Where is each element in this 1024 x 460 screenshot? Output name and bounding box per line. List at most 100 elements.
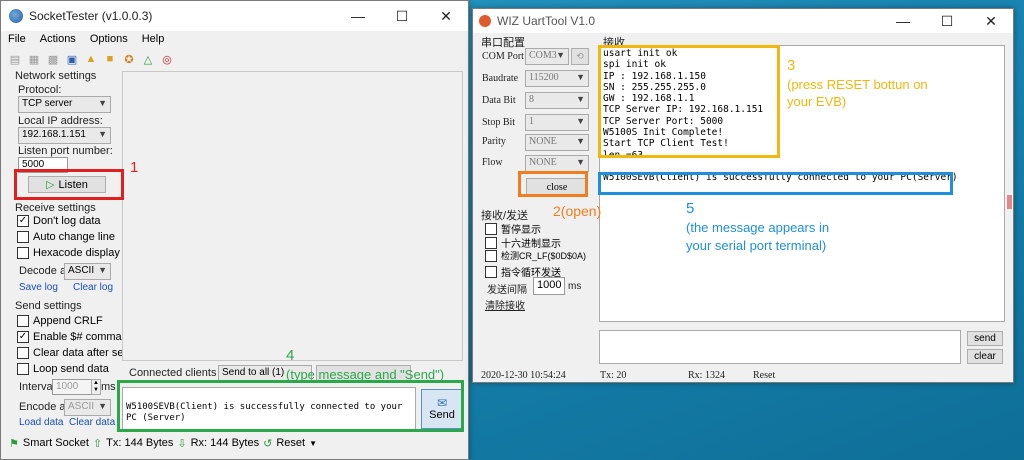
dont-log-checkbox[interactable]: ✓ Don't log data <box>17 215 101 227</box>
port-input[interactable]: 5000 <box>18 157 68 173</box>
databit-select[interactable]: 8 ▼ <box>525 92 589 109</box>
baudrate-value: 115200 <box>529 72 559 83</box>
com-port-value: COM3 <box>529 50 557 61</box>
clear-after-send-label: Clear data after send <box>33 347 136 359</box>
refresh-ports-button[interactable]: ⟲ <box>571 48 589 65</box>
status-reset[interactable]: Reset <box>276 437 305 449</box>
title-bar: SocketTester (v1.0.0.3) — ☐ ✕ <box>1 1 468 31</box>
flask-icon[interactable]: △ <box>140 51 156 67</box>
chevron-down-icon: ▼ <box>98 265 107 275</box>
hex-display-label: Hexacode display <box>33 247 120 259</box>
hex-display-checkbox[interactable]: Hexacode display <box>17 247 120 259</box>
encode-value: ASCII <box>68 401 95 412</box>
interval-spinner[interactable]: ▲ ▼ <box>91 379 101 395</box>
close-port-label: close <box>546 181 568 193</box>
log-line: usart init ok <box>603 48 678 59</box>
close-port-button[interactable]: close <box>526 178 588 196</box>
annotation-5-line1: (the message appears in <box>686 220 830 235</box>
status-tx: Tx: 20 <box>600 370 627 381</box>
log-line: spi init ok <box>603 59 666 71</box>
enable-s-command-checkbox[interactable]: ✓ Enable $# command <box>17 331 134 343</box>
status-bar: ⚑ Smart Socket ⇧ Tx: 144 Bytes ⇩ Rx: 144… <box>1 435 468 451</box>
annotation-3-line1: (press RESET bottun on <box>787 77 928 92</box>
log-line: TCP Server Port: 5000 <box>603 115 724 127</box>
clean-icon[interactable]: ✪ <box>121 51 137 67</box>
status-tx: Tx: 144 Bytes <box>106 437 174 449</box>
listen-button[interactable]: ▷ Listen <box>28 176 106 193</box>
send-button[interactable]: ✉ Send <box>421 389 463 429</box>
send-interval-unit: ms <box>568 281 582 292</box>
folder-icon[interactable]: ■ <box>102 51 118 67</box>
listen-icon[interactable]: ▦ <box>26 51 42 67</box>
menu-actions[interactable]: Actions <box>33 31 83 49</box>
parity-select[interactable]: NONE ▼ <box>525 134 589 151</box>
clear-log-link[interactable]: Clear log <box>73 282 113 293</box>
local-ip-value: 192.168.1.151 <box>22 129 86 140</box>
chevron-down-icon[interactable]: ▼ <box>309 439 317 448</box>
baudrate-select[interactable]: 115200 ▼ <box>525 70 589 87</box>
maximize-button[interactable]: ☐ <box>925 9 969 33</box>
window-title: WIZ UartTool V1.0 <box>497 14 596 28</box>
menu-file[interactable]: File <box>1 31 33 49</box>
clear-data-link[interactable]: Clear data <box>69 417 115 428</box>
hex-display-checkbox[interactable]: 十六进制显示 <box>485 235 561 250</box>
append-crlf-checkbox[interactable]: Append CRLF <box>17 315 103 327</box>
receive-log-area[interactable] <box>122 71 463 361</box>
save-log-link[interactable]: Save log <box>19 282 58 293</box>
load-data-link[interactable]: Load data <box>19 417 64 428</box>
uart-clear-button[interactable]: clear <box>967 349 1003 364</box>
annotation-1: 1 <box>130 159 139 176</box>
clear-after-send-checkbox[interactable]: Clear data after send <box>17 347 136 359</box>
protocol-select[interactable]: TCP server ▼ <box>18 96 111 113</box>
protocol-label: Protocol: <box>18 84 62 96</box>
minimize-button[interactable]: — <box>336 1 380 31</box>
local-ip-select[interactable]: 192.168.1.151 ▼ <box>18 127 111 144</box>
decode-select[interactable]: ASCII ▼ <box>64 263 111 280</box>
annotation-4: 4 <box>286 347 295 364</box>
status-name: Smart Socket <box>22 437 89 449</box>
encode-select[interactable]: ASCII ▼ <box>64 399 111 416</box>
maximize-button[interactable]: ☐ <box>380 1 424 31</box>
flow-value: NONE <box>529 157 557 168</box>
refresh-icon: ⟲ <box>576 51 584 61</box>
close-window-button[interactable]: ✕ <box>424 1 468 31</box>
com-port-select[interactable]: COM3 ▼ <box>525 48 569 65</box>
checkbox-icon <box>485 249 497 262</box>
checkbox-icon <box>485 265 497 278</box>
uart-send-button[interactable]: send <box>967 331 1003 346</box>
save-icon[interactable]: ▣ <box>64 51 80 67</box>
menu-options[interactable]: Options <box>83 31 135 49</box>
minimize-button[interactable]: — <box>881 9 925 33</box>
checkbox-icon <box>17 247 29 259</box>
log-line: W5100S Init Complete! <box>603 127 724 139</box>
reset-icon: ↺ <box>263 437 273 450</box>
detect-crlf-checkbox[interactable]: 检测CR_LF($0D$0A) <box>485 249 586 262</box>
auto-change-line-checkbox[interactable]: Auto change line <box>17 231 115 243</box>
flow-select[interactable]: NONE ▼ <box>525 155 589 172</box>
status-reset: Reset <box>753 370 776 381</box>
disconnect-icon[interactable]: ▩ <box>45 51 61 67</box>
log-line: len =63 <box>603 149 644 161</box>
detect-crlf-label: 检测CR_LF($0D$0A) <box>501 251 587 261</box>
checkbox-icon <box>485 236 497 249</box>
interval-input[interactable]: 1000 <box>52 379 92 395</box>
close-window-button[interactable]: ✕ <box>969 9 1013 33</box>
pause-display-checkbox[interactable]: 暂停显示 <box>485 221 541 236</box>
sockettester-window: SocketTester (v1.0.0.3) — ☐ ✕ File Actio… <box>0 0 469 460</box>
chevron-down-icon: ▼ <box>576 136 585 146</box>
uart-send-input[interactable] <box>599 330 961 364</box>
clear-receive-link[interactable]: 清除接收 <box>485 297 525 312</box>
port-label: Listen port number: <box>18 145 113 157</box>
port-config-label: 串口配置 <box>481 37 525 49</box>
open-folder-icon[interactable]: ▲ <box>83 51 99 67</box>
side-scroll-handle[interactable] <box>1007 195 1012 209</box>
stopbit-select[interactable]: 1 ▼ <box>525 114 589 131</box>
enable-s-command-label: Enable $# command <box>33 331 134 343</box>
menu-help[interactable]: Help <box>135 31 172 49</box>
help-lifebuoy-icon[interactable]: ◎ <box>159 51 175 67</box>
connect-icon[interactable]: ▤ <box>7 51 23 67</box>
loop-send-checkbox[interactable]: Loop send data <box>17 363 109 375</box>
message-input[interactable]: W5100SEVB(Client) is successfully connec… <box>122 387 416 431</box>
chevron-down-icon: ▼ <box>98 129 107 139</box>
send-interval-input[interactable]: 1000 <box>533 277 565 295</box>
